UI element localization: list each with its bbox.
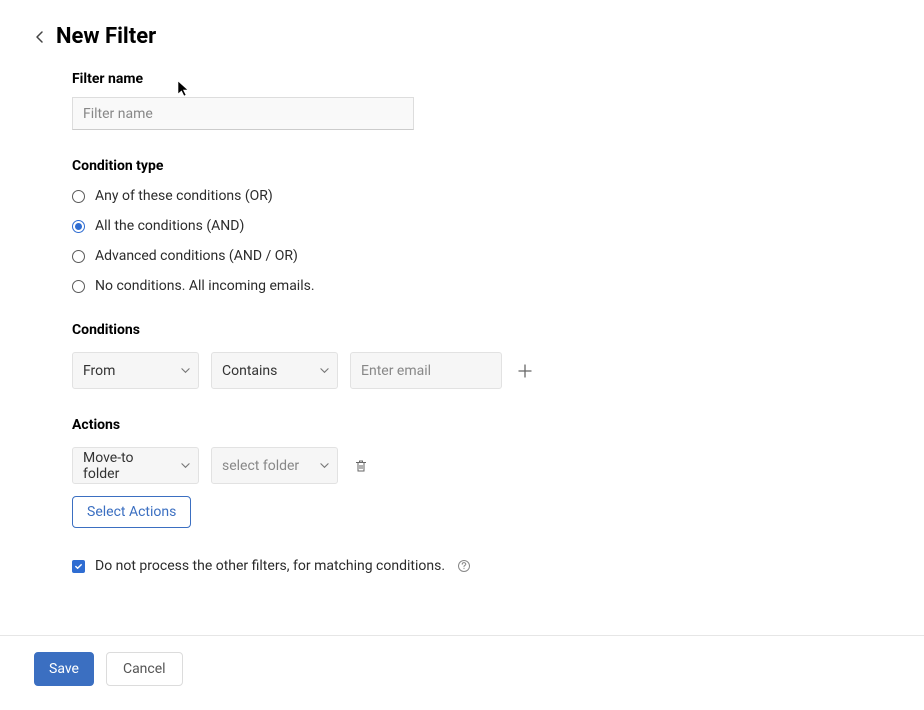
select-value: select folder [222, 458, 299, 474]
chevron-down-icon [320, 458, 329, 474]
cancel-button[interactable]: Cancel [106, 652, 183, 686]
radio-option-or[interactable]: Any of these conditions (OR) [72, 188, 892, 204]
action-row: Move-to folder select folder [72, 447, 892, 484]
add-condition-button[interactable] [514, 360, 536, 382]
radio-option-none[interactable]: No conditions. All incoming emails. [72, 278, 892, 294]
action-type-select[interactable]: Move-to folder [72, 447, 199, 484]
filter-name-input[interactable] [72, 97, 414, 130]
conditions-label: Conditions [72, 322, 892, 338]
radio-label: All the conditions (AND) [95, 218, 244, 234]
chevron-down-icon [181, 363, 190, 379]
help-icon[interactable] [457, 559, 471, 573]
chevron-down-icon [320, 363, 329, 379]
radio-label: Advanced conditions (AND / OR) [95, 248, 298, 264]
condition-type-label: Condition type [72, 158, 892, 174]
delete-action-button[interactable] [350, 455, 372, 477]
radio-icon [72, 250, 85, 263]
chevron-down-icon [181, 458, 190, 474]
page-header: New Filter [32, 24, 892, 49]
select-value: Contains [222, 363, 277, 379]
select-value: From [83, 363, 115, 379]
stop-processing-checkbox-row[interactable]: Do not process the other filters, for ma… [72, 558, 892, 574]
filter-name-label: Filter name [72, 71, 892, 87]
actions-label: Actions [72, 417, 892, 433]
condition-operator-select[interactable]: Contains [211, 352, 338, 389]
save-button[interactable]: Save [34, 652, 94, 686]
select-value: Move-to folder [83, 450, 170, 482]
radio-icon [72, 190, 85, 203]
radio-option-and[interactable]: All the conditions (AND) [72, 218, 892, 234]
condition-value-input[interactable] [350, 352, 502, 389]
radio-label: Any of these conditions (OR) [95, 188, 273, 204]
condition-row: From Contains [72, 352, 892, 389]
radio-icon [72, 220, 85, 233]
checkbox-icon [72, 560, 85, 573]
radio-option-advanced[interactable]: Advanced conditions (AND / OR) [72, 248, 892, 264]
page-title: New Filter [56, 24, 156, 49]
back-icon[interactable] [32, 29, 48, 45]
radio-label: No conditions. All incoming emails. [95, 278, 315, 294]
condition-field-select[interactable]: From [72, 352, 199, 389]
action-target-select[interactable]: select folder [211, 447, 338, 484]
checkbox-label: Do not process the other filters, for ma… [95, 558, 445, 574]
footer: Save Cancel [0, 635, 924, 710]
condition-type-radio-group: Any of these conditions (OR) All the con… [72, 188, 892, 294]
select-actions-button[interactable]: Select Actions [72, 496, 191, 528]
radio-icon [72, 280, 85, 293]
